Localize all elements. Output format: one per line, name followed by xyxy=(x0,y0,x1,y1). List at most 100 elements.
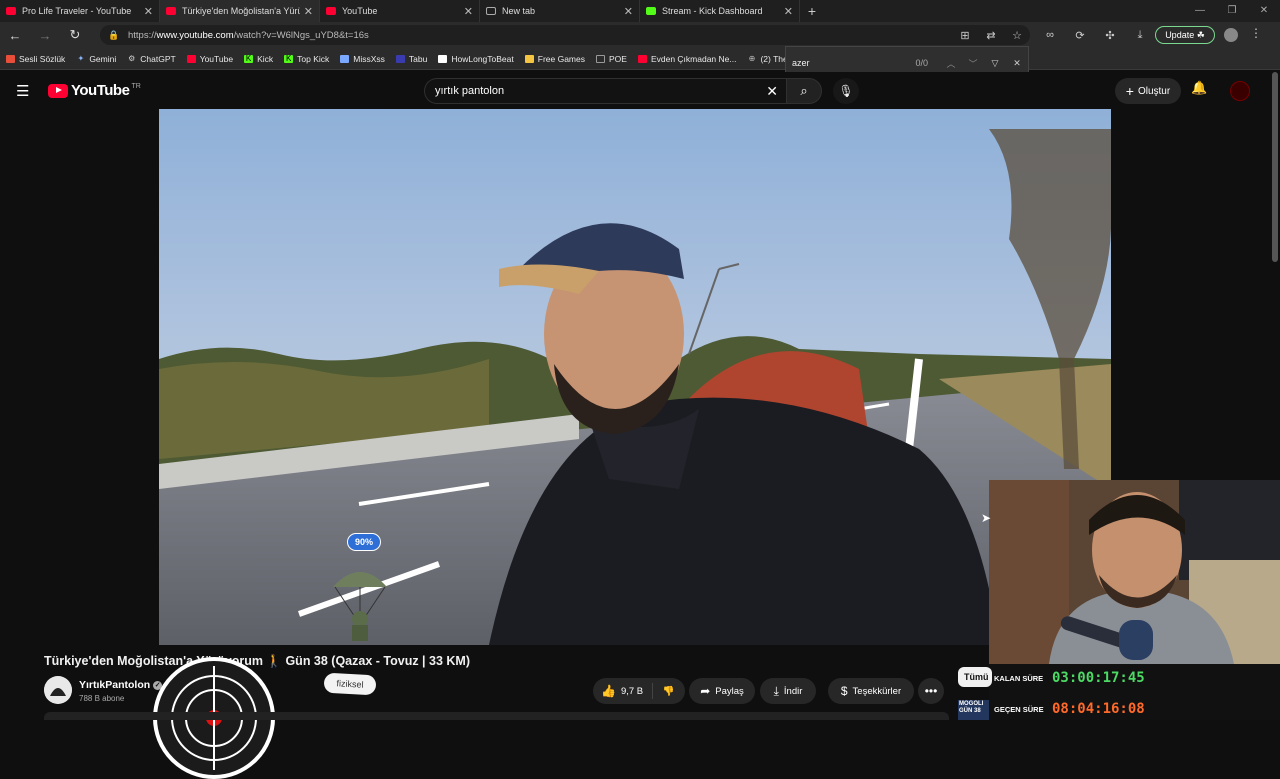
howlongtobeat-icon xyxy=(438,54,448,63)
star-icon[interactable]: ☆ xyxy=(1004,29,1030,42)
browser-tab-bar: Pro Life Traveler - YouTube ✕ Türkiye'den… xyxy=(0,0,1280,22)
filter-chip-all[interactable]: Tümü xyxy=(958,667,992,687)
site-info-icon[interactable]: 🔒 xyxy=(100,30,128,41)
browser-tab[interactable]: Stream - Kick Dashboard ✕ xyxy=(640,0,800,22)
bookmark[interactable]: K Top Kick xyxy=(284,54,329,64)
kick-icon: K xyxy=(284,53,294,63)
video-title: Türkiye'den Moğolistan'a Yürüyorum 🚶 Gün… xyxy=(44,654,471,668)
share-icon: ➦ xyxy=(700,684,711,698)
bookmark[interactable]: POE xyxy=(596,54,627,64)
update-button[interactable]: Update ☘ xyxy=(1155,26,1215,44)
bell-icon[interactable]: 🔔 xyxy=(1191,80,1207,96)
country-code: TR xyxy=(131,83,141,90)
search-button[interactable]: ⌕ xyxy=(786,78,822,104)
refresh-extension-icon[interactable]: ⟳ xyxy=(1065,29,1095,42)
scrollbar[interactable] xyxy=(1272,72,1278,262)
bookmark-label: Tabu xyxy=(408,53,428,64)
url-path: /watch?v=W6lNgs_uYD8&t=16s xyxy=(233,29,369,41)
gemini-icon: ✦ xyxy=(77,53,85,63)
remaining-value: 03:00:17:45 xyxy=(1052,670,1145,686)
recommended-thumbnail[interactable]: MOĞOLI GÜN 38 xyxy=(958,700,989,720)
profile-avatar[interactable] xyxy=(1224,28,1238,42)
stream-timer: KALAN SÜRE 03:00:17:45 GEÇEN SÜRE 08:04:… xyxy=(989,664,1280,720)
youtube-icon xyxy=(186,54,196,63)
video-player[interactable]: 90% xyxy=(159,109,1111,645)
more-actions-button[interactable]: ••• xyxy=(918,678,944,704)
browser-tab-active[interactable]: Türkiye'den Moğolistan'a Yürüyo ✕ xyxy=(160,0,320,22)
find-count: 0/0 xyxy=(915,58,928,68)
thumbs-down-icon: 👎 xyxy=(662,685,675,697)
bookmark-label: Gemini xyxy=(89,53,117,64)
youtube-icon xyxy=(166,7,176,15)
close-window-button[interactable]: ✕ xyxy=(1248,0,1280,22)
forward-button[interactable]: → xyxy=(30,28,60,43)
bookmark-label: Evden Çıkmadan Ne... xyxy=(650,53,737,64)
reload-button[interactable]: ↻ xyxy=(60,27,90,43)
close-icon[interactable]: ✕ xyxy=(464,5,473,18)
url-host: www.youtube.com xyxy=(156,29,234,41)
video-frame xyxy=(159,109,1111,645)
share-button[interactable]: ➦ Paylaş xyxy=(689,678,755,704)
download-button[interactable]: ⤓ İndir xyxy=(760,678,816,704)
channel-name[interactable]: YırtıkPantolon ✓ xyxy=(79,679,163,691)
bookmark[interactable]: Tabu xyxy=(395,53,428,64)
back-button[interactable]: ← xyxy=(0,28,30,43)
overlay-tag: fiziksel xyxy=(323,672,377,696)
channel-avatar[interactable] xyxy=(44,676,72,704)
youtube-icon xyxy=(326,7,336,15)
filter-icon[interactable]: ▽ xyxy=(984,58,1006,69)
download-icon[interactable]: ⤓ xyxy=(1125,29,1155,42)
maximize-button[interactable]: ❐ xyxy=(1216,0,1248,22)
close-icon[interactable]: ✕ xyxy=(144,5,153,18)
bookmark-label: YouTube xyxy=(199,53,234,64)
parachute-soldier-sticker xyxy=(333,572,387,641)
description-box-edge xyxy=(44,712,949,720)
close-icon[interactable]: ✕ xyxy=(1006,58,1028,69)
apps-icon[interactable]: ⊞ xyxy=(952,29,978,42)
menu-icon[interactable]: ⋮ xyxy=(1250,26,1262,40)
new-tab-button[interactable]: + xyxy=(800,0,824,22)
close-icon[interactable]: ✕ xyxy=(304,5,313,18)
browser-tab[interactable]: YouTube ✕ xyxy=(320,0,480,22)
create-button[interactable]: + Oluştur xyxy=(1115,78,1181,104)
bookmark[interactable]: HowLongToBeat xyxy=(438,54,514,64)
subscriber-count: 788 B abone xyxy=(79,694,125,703)
bookmark[interactable]: Sesli Sözlük xyxy=(6,54,65,64)
close-icon[interactable]: ✕ xyxy=(784,5,793,18)
mic-button[interactable]: 🎙 xyxy=(833,78,859,104)
search-input[interactable]: yırtık pantolon ✕ xyxy=(424,78,786,104)
find-input[interactable]: azer xyxy=(786,58,915,68)
youtube-logo[interactable]: YouTube TR xyxy=(48,82,141,99)
bookmark[interactable]: YouTube xyxy=(186,53,234,64)
bookmark[interactable]: Evden Çıkmadan Ne... xyxy=(637,53,737,64)
tab-label: New tab xyxy=(502,6,536,16)
like-button[interactable]: 👍 9,7 B xyxy=(593,683,653,699)
avatar[interactable] xyxy=(1230,81,1250,101)
bookmark-label: Top Kick xyxy=(297,53,330,64)
minimize-button[interactable]: — xyxy=(1184,0,1216,22)
browser-tab[interactable]: New tab ✕ xyxy=(480,0,640,22)
url-field[interactable]: 🔒 https://www.youtube.com/watch?v=W6lNgs… xyxy=(100,25,1030,45)
globe-icon: ⊕ xyxy=(748,53,756,63)
bookmark[interactable]: ✦ Gemini xyxy=(76,54,116,64)
browser-tab[interactable]: Pro Life Traveler - YouTube ✕ xyxy=(0,0,160,22)
chevron-down-icon[interactable]: ﹀ xyxy=(962,57,984,70)
bookmark[interactable]: MissXss xyxy=(340,54,385,64)
puzzle-icon[interactable]: ✣ xyxy=(1095,29,1125,42)
thanks-button[interactable]: $ Teşekkürler xyxy=(828,678,914,704)
close-icon[interactable]: ✕ xyxy=(624,5,633,18)
menu-icon[interactable]: ☰ xyxy=(16,82,29,100)
bookmark[interactable]: K Kick xyxy=(244,54,273,64)
bookmark[interactable]: Free Games xyxy=(524,54,585,64)
chevron-up-icon[interactable]: ︿ xyxy=(940,57,962,70)
dislike-button[interactable]: 👎 xyxy=(653,686,685,697)
logo-text: YouTube xyxy=(71,82,130,99)
share-label: Paylaş xyxy=(715,685,744,697)
like-dislike-group: 👍 9,7 B 👎 xyxy=(593,678,685,704)
extension-icon[interactable]: ∞ xyxy=(1035,29,1065,41)
translate-icon[interactable]: ⇄ xyxy=(978,29,1004,42)
missxss-icon xyxy=(340,54,350,63)
youtube-icon xyxy=(637,54,647,63)
clear-icon[interactable]: ✕ xyxy=(766,83,778,100)
bookmark[interactable]: ⚙ ChatGPT xyxy=(127,54,176,64)
